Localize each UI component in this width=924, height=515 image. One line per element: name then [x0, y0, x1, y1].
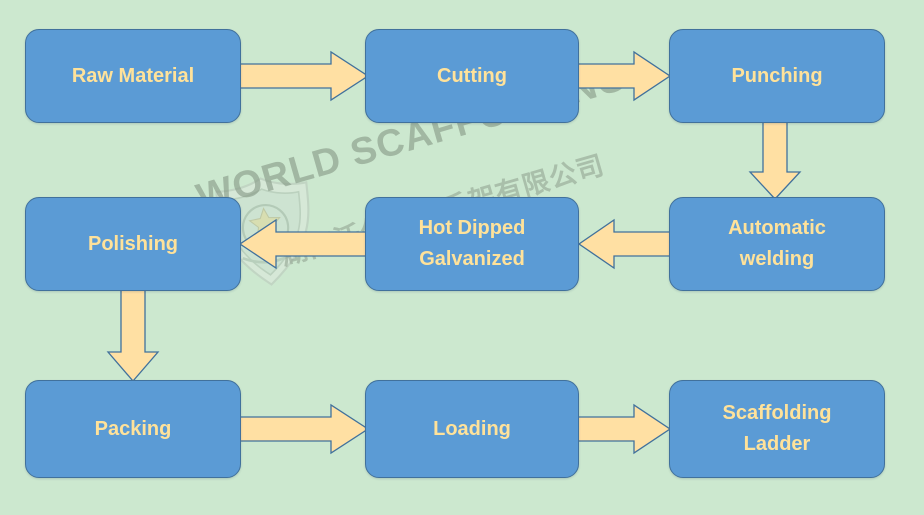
node-label-line-1: Scaffolding: [722, 402, 832, 424]
node-label-punching: Punching: [731, 64, 823, 87]
node-scaffolding-ladder[interactable]: Scaffolding Ladder: [669, 380, 885, 478]
node-label-polishing: Polishing: [88, 232, 178, 255]
node-label-cutting: Cutting: [437, 64, 507, 87]
node-loading[interactable]: Loading: [365, 380, 579, 478]
node-label-loading: Loading: [433, 417, 511, 440]
node-label-line-1: Automatic: [728, 217, 826, 239]
arrow-punching-to-automatic-welding: [748, 119, 802, 200]
node-label-line-2: Galvanized: [419, 248, 525, 270]
node-punching[interactable]: Punching: [669, 29, 885, 123]
flowchart-canvas: Raw Material Cutting Punching Polishing …: [0, 0, 924, 515]
arrow-raw-material-to-cutting: [238, 50, 370, 102]
arrow-hot-dipped-to-polishing: [238, 218, 369, 270]
arrow-loading-to-scaffolding-ladder: [577, 403, 672, 455]
node-label-line-2: welding: [739, 248, 815, 270]
node-packing[interactable]: Packing: [25, 380, 241, 478]
arrow-polishing-to-packing: [106, 287, 160, 382]
node-label-automatic-welding: Automatic welding: [722, 213, 832, 275]
arrow-packing-to-loading: [238, 403, 370, 455]
node-label-line-1: Hot Dipped: [418, 217, 526, 239]
node-label-line-2: Ladder: [743, 433, 811, 455]
node-cutting[interactable]: Cutting: [365, 29, 579, 123]
node-hot-dipped-galvanized[interactable]: Hot Dipped Galvanized: [365, 197, 579, 291]
node-raw-material[interactable]: Raw Material: [25, 29, 241, 123]
node-label-hot-dipped-galvanized: Hot Dipped Galvanized: [413, 213, 532, 275]
node-label-scaffolding-ladder: Scaffolding Ladder: [717, 398, 838, 460]
node-polishing[interactable]: Polishing: [25, 197, 241, 291]
node-label-raw-material: Raw Material: [71, 64, 195, 87]
node-label-packing: Packing: [94, 417, 172, 440]
arrow-automatic-welding-to-hot-dipped: [577, 218, 671, 270]
node-automatic-welding[interactable]: Automatic welding: [669, 197, 885, 291]
arrow-cutting-to-punching: [577, 50, 672, 102]
